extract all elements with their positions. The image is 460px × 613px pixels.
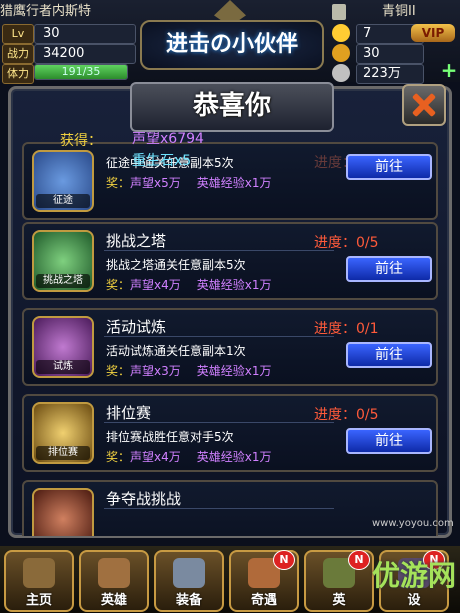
reward-2: 英雄经验x1万 [196, 176, 272, 190]
stamina-label: 体力 [2, 64, 34, 84]
gold-icon [332, 44, 350, 62]
helmet-icon [98, 558, 130, 588]
quest-divider [104, 422, 334, 423]
reward-1: 声望x4万 [130, 450, 181, 464]
power-value: 34200 [34, 44, 136, 64]
nav-equipment[interactable]: 装备 [154, 550, 224, 612]
quest-icon [32, 488, 94, 536]
quest-title: 挑战之塔 [106, 232, 167, 250]
gem-icon [332, 24, 350, 42]
quest-progress: 进度：0/5 [314, 407, 379, 423]
quest-icon-label: 征途 [36, 194, 90, 208]
reward-label: 奖： [106, 176, 131, 190]
coins-row: 223万 [332, 64, 454, 84]
quest-title: 争夺战挑战 [106, 490, 182, 508]
quest-progress: 进度：0/1 [314, 321, 379, 337]
rank-display[interactable]: 青铜II [332, 2, 456, 22]
nav-label: 装备 [175, 593, 202, 608]
quest-icon-label: 试炼 [36, 360, 90, 374]
reward-label: 奖： [106, 450, 131, 464]
level-value: 30 [34, 24, 136, 44]
reward-1: 声望x4万 [130, 278, 181, 292]
go-button[interactable]: 前往 [346, 342, 432, 368]
nav-adventure[interactable]: 奇遇 N [229, 550, 299, 612]
quest-list[interactable]: 征途 进度：0/5 征途中通关任意副本5次 奖：声望x5万英雄经验x1万 前往 … [22, 128, 440, 536]
reward-2: 英雄经验x1万 [196, 278, 272, 292]
quest-divider [104, 508, 334, 509]
reward-1: 声望x5万 [130, 176, 181, 190]
level-label: Lv [2, 24, 34, 44]
nav-home[interactable]: 主页 [4, 550, 74, 612]
nav-label: 主页 [25, 593, 52, 608]
nav-label: 英雄 [100, 593, 127, 608]
quest-reward: 奖：声望x4万 英雄经验x1万 [106, 276, 272, 293]
reward-label: 奖： [106, 364, 131, 378]
new-badge: N [273, 550, 295, 570]
quest-row: 试炼 活动试炼 进度：0/1 活动试炼通关任意副本1次 奖：声望x3万 英雄经验x… [22, 308, 438, 386]
reward-1: 声望x3万 [130, 364, 181, 378]
sword-icon [173, 558, 205, 588]
watermark-logo: 优游网 [371, 559, 456, 592]
stamina-text: 191/35 [61, 65, 101, 78]
crest-icon [214, 0, 246, 22]
quest-row: 排位赛 排位赛 进度：0/5 排位赛战胜任意对手5次 奖：声望x4万 英雄经验x1… [22, 394, 438, 472]
quest-progress: 进度：0/5 [314, 235, 379, 251]
top-hud: 猎鹰行者内斯特 Lv 30 战力 34200 体力 191/35 进击の小伙伴 … [0, 0, 460, 84]
quest-desc: 活动试炼通关任意副本1次 [106, 344, 246, 358]
quest-icon-label: 排位赛 [36, 446, 90, 460]
quest-reward: 奖：声望x4万 英雄经验x1万 [106, 448, 272, 465]
quest-title: 排位赛 [106, 404, 152, 422]
reward-label: 奖： [106, 278, 131, 292]
watermark-site: www.yoyou.com [372, 518, 454, 529]
reward-2: 英雄经验x1万 [196, 450, 272, 464]
nav-heroes[interactable]: 英雄 [79, 550, 149, 612]
castle-icon [23, 558, 55, 588]
player-name: 猎鹰行者内斯特 [0, 4, 92, 19]
gold-value: 30 [356, 44, 424, 64]
quest-icon-label: 挑战之塔 [36, 274, 90, 288]
vip-button[interactable]: VIP [411, 24, 455, 42]
gold-row: 30 [332, 44, 454, 64]
quest-reward: 奖：声望x3万 英雄经验x1万 [106, 362, 272, 379]
quest-desc: 挑战之塔通关任意副本5次 [106, 258, 246, 272]
rank-name: 青铜II [382, 4, 416, 19]
go-button[interactable]: 前往 [346, 428, 432, 454]
game-title-banner: 进击の小伙伴 [140, 20, 324, 70]
gain-label: 获得： [60, 133, 102, 149]
quest-row: 挑战之塔 挑战之塔 进度：0/5 挑战之塔通关任意副本5次 奖：声望x4万 英雄经… [22, 222, 438, 300]
nav-label: 奇遇 [250, 593, 277, 608]
go-button[interactable]: 前往 [346, 256, 432, 282]
quest-title: 活动试炼 [106, 318, 167, 336]
power-label: 战力 [2, 44, 34, 64]
go-button[interactable]: 前往 [346, 154, 432, 180]
gain-panel: 获得： 声望x6794 重生石x5 [60, 128, 320, 172]
add-button[interactable]: + [440, 60, 458, 80]
stamina-bar: 191/35 [34, 64, 128, 80]
close-button[interactable] [402, 84, 446, 126]
reward-2: 英雄经验x1万 [196, 364, 272, 378]
quest-icon: 试炼 [32, 316, 94, 378]
quest-desc: 排位赛战胜任意对手5次 [106, 430, 234, 444]
quest-reward: 奖：声望x5万 英雄经验x1万 [106, 174, 272, 191]
quest-icon: 排位赛 [32, 402, 94, 464]
quest-icon: 挑战之塔 [32, 230, 94, 292]
rank-icon [332, 4, 346, 20]
quest-divider [104, 336, 334, 337]
popup-title: 恭喜你 [130, 82, 334, 132]
quest-divider [104, 250, 334, 251]
gain-item-2: 重生石x5 [132, 153, 192, 169]
coins-value: 223万 [356, 64, 424, 84]
coin-icon [332, 64, 350, 82]
